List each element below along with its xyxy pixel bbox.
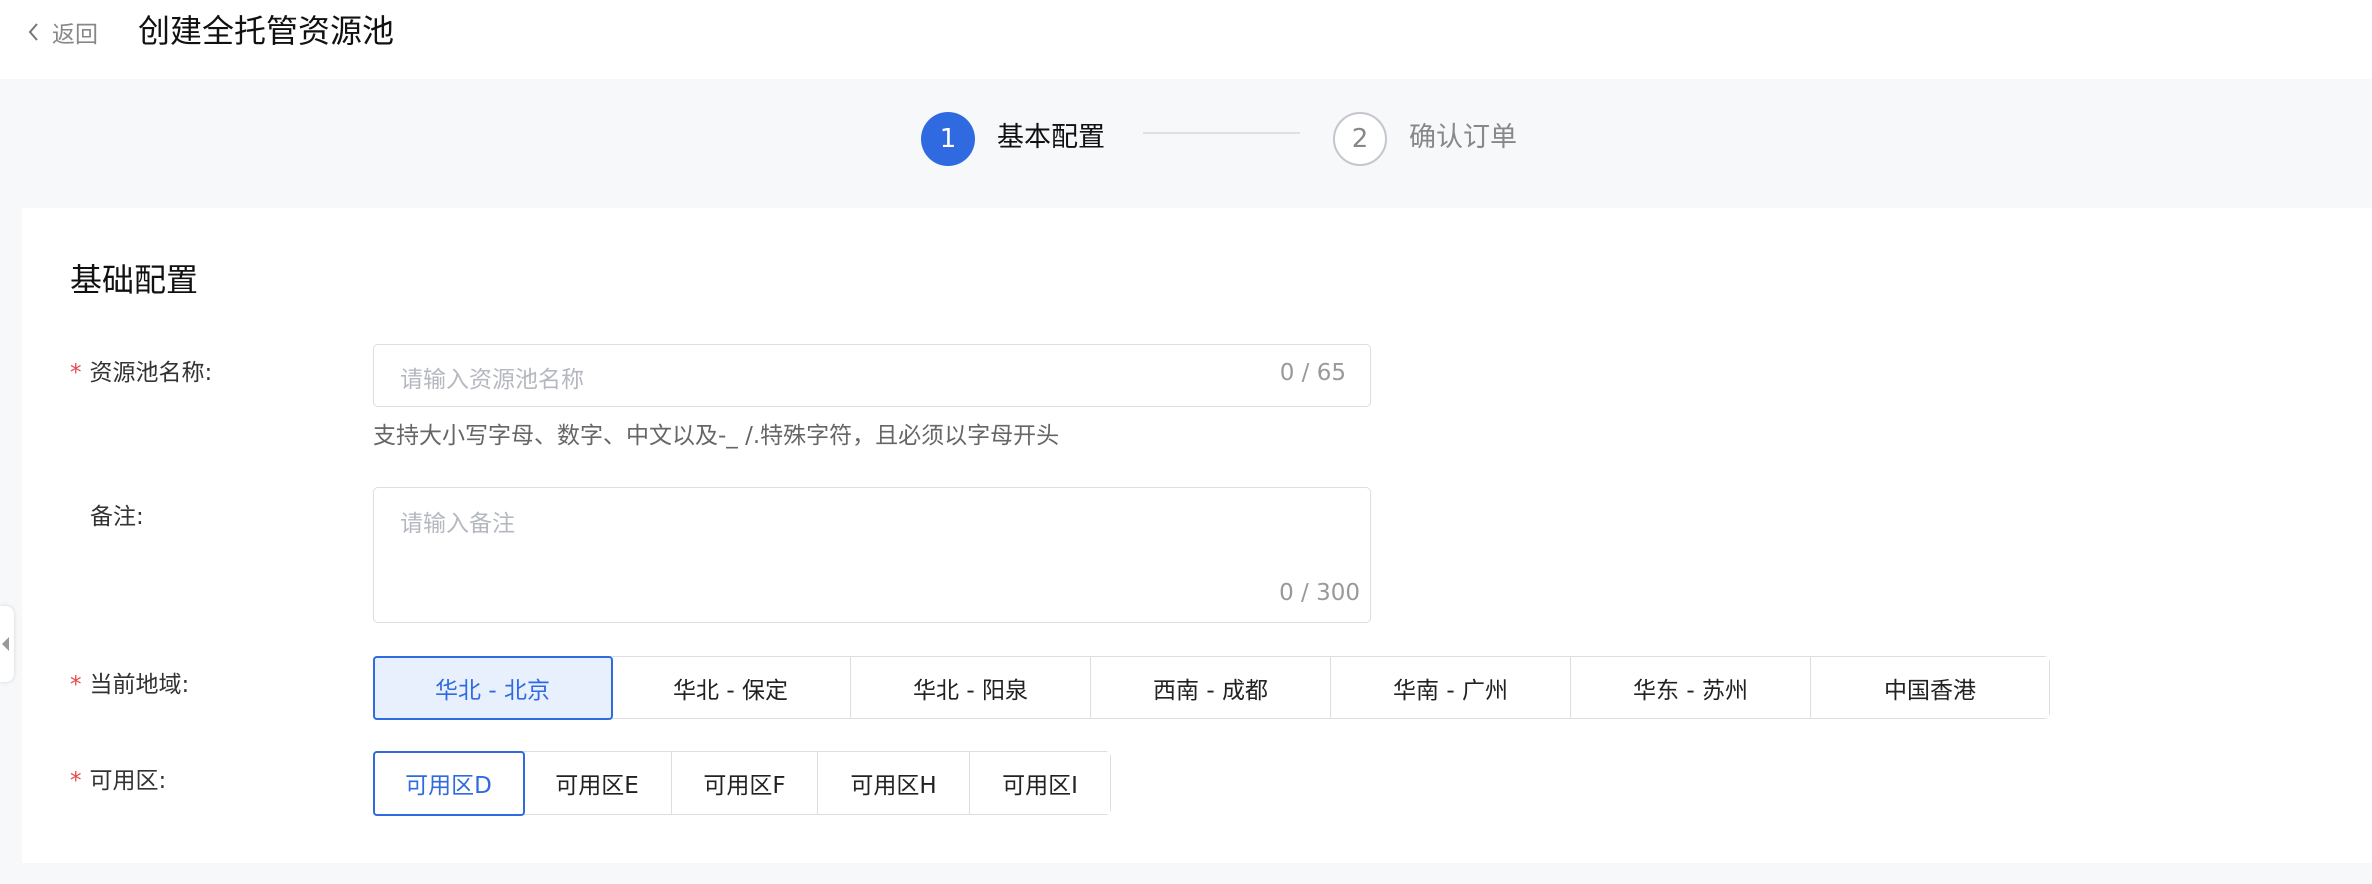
section-title: 基础配置: [70, 261, 199, 299]
name-hint: 支持大小写字母、数字、中文以及-_ /.特殊字符，且必须以字母开头: [373, 423, 1060, 449]
zone-option-i[interactable]: 可用区I: [970, 752, 1110, 814]
name-label: * 资源池名称:: [70, 360, 213, 386]
region-option-suzhou[interactable]: 华东 - 苏州: [1571, 657, 1811, 718]
step-1-label: 基本配置: [997, 122, 1105, 153]
step-connector: [1143, 132, 1300, 134]
name-input[interactable]: 请输入资源池名称 0 / 65: [373, 344, 1371, 407]
step-2-label: 确认订单: [1409, 122, 1517, 153]
remark-label: 备注:: [90, 504, 144, 530]
back-label: 返回: [52, 22, 98, 48]
name-placeholder: 请输入资源池名称: [400, 367, 584, 393]
required-asterisk: *: [70, 360, 82, 386]
zone-selector: 可用区D 可用区E 可用区F 可用区H 可用区I: [372, 750, 1111, 816]
region-label: * 当前地域:: [70, 672, 190, 698]
zone-label: * 可用区:: [70, 768, 167, 794]
required-asterisk: *: [70, 672, 82, 698]
required-asterisk: *: [70, 768, 82, 794]
top-bar: 返回 创建全托管资源池: [0, 0, 2372, 79]
region-selector: 华北 - 北京 华北 - 保定 华北 - 阳泉 西南 - 成都 华南 - 广州 …: [372, 655, 2050, 720]
remark-placeholder: 请输入备注: [400, 511, 515, 537]
zone-option-e[interactable]: 可用区E: [523, 752, 672, 814]
remark-textarea[interactable]: 请输入备注 0 / 300: [373, 487, 1371, 623]
step-1-circle: 1: [921, 112, 975, 166]
chevron-left-icon: [28, 23, 38, 41]
region-option-guangzhou[interactable]: 华南 - 广州: [1331, 657, 1571, 718]
remark-counter: 0 / 300: [1279, 580, 1360, 606]
region-option-baoding[interactable]: 华北 - 保定: [611, 657, 851, 718]
page-title: 创建全托管资源池: [138, 12, 395, 50]
region-option-yangquan[interactable]: 华北 - 阳泉: [851, 657, 1091, 718]
sidebar-toggle-caret-left-icon[interactable]: [0, 606, 14, 682]
region-option-beijing[interactable]: 华北 - 北京: [372, 655, 613, 720]
back-button[interactable]: 返回: [26, 14, 98, 50]
step-indicator: 1 基本配置 2 确认订单: [0, 79, 2372, 207]
region-option-hongkong[interactable]: 中国香港: [1811, 657, 2049, 718]
step-2-circle: 2: [1333, 112, 1387, 166]
zone-option-h[interactable]: 可用区H: [818, 752, 970, 814]
zone-option-d[interactable]: 可用区D: [372, 750, 525, 816]
region-option-chengdu[interactable]: 西南 - 成都: [1091, 657, 1331, 718]
zone-option-f[interactable]: 可用区F: [672, 752, 818, 814]
name-counter: 0 / 65: [1279, 360, 1346, 386]
